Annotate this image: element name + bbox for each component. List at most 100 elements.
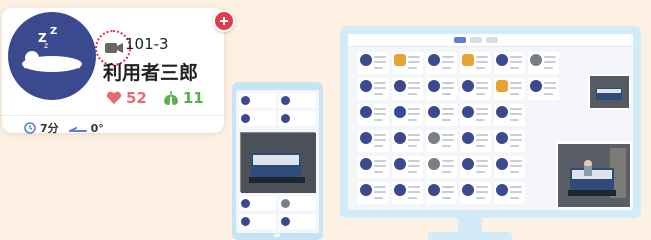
respiration-value: 11 bbox=[182, 89, 204, 107]
monitor-resident-tile[interactable] bbox=[358, 52, 389, 74]
heart-icon bbox=[106, 91, 122, 104]
resident-status-icon bbox=[394, 80, 406, 92]
resident-status-icon bbox=[360, 106, 372, 118]
tile-text-line bbox=[408, 145, 417, 147]
tile-text-line bbox=[442, 139, 454, 141]
resident-status-icon bbox=[496, 106, 508, 118]
resident-status-icon bbox=[394, 54, 406, 66]
monitor-resident-tile[interactable] bbox=[494, 130, 525, 152]
tablet-home-button bbox=[274, 234, 280, 237]
monitor-resident-tile[interactable] bbox=[358, 156, 389, 178]
monitor-resident-tile[interactable] bbox=[426, 130, 457, 152]
monitor-tab[interactable] bbox=[486, 37, 498, 43]
resident-status-icon bbox=[530, 54, 542, 66]
tile-text-line bbox=[476, 160, 488, 162]
tile-text-line bbox=[476, 93, 485, 95]
tile-text-line bbox=[408, 61, 420, 63]
tile-text-line bbox=[510, 160, 522, 162]
monitor-resident-tile[interactable] bbox=[460, 130, 491, 152]
tile-text-line bbox=[408, 108, 420, 110]
tile-text-line bbox=[544, 93, 553, 95]
monitor-camera-thumb[interactable] bbox=[588, 74, 631, 110]
monitor-resident-tile[interactable] bbox=[426, 78, 457, 100]
resident-status-icon bbox=[428, 80, 440, 92]
resident-status-icon bbox=[428, 54, 440, 66]
tablet-camera-view[interactable] bbox=[240, 132, 316, 193]
monitor-resident-tile[interactable] bbox=[392, 78, 423, 100]
tile-text-line bbox=[510, 145, 519, 147]
monitor-resident-tile[interactable] bbox=[426, 104, 457, 126]
monitor-resident-tile[interactable] bbox=[460, 52, 491, 74]
tile-text-line bbox=[476, 134, 488, 136]
monitor-resident-tile[interactable] bbox=[426, 182, 457, 204]
heart-rate-value: 52 bbox=[126, 89, 147, 107]
monitor-screen bbox=[348, 34, 633, 210]
resident-status-icon bbox=[462, 158, 474, 170]
tile-text-line bbox=[510, 197, 519, 199]
alert-badge[interactable] bbox=[213, 10, 235, 32]
tablet-list-item[interactable] bbox=[279, 214, 316, 229]
monitor-resident-tile[interactable] bbox=[358, 182, 389, 204]
camera-icon[interactable] bbox=[104, 41, 124, 55]
monitor-resident-tile[interactable] bbox=[358, 104, 389, 126]
monitor-resident-tile[interactable] bbox=[460, 156, 491, 178]
monitor-resident-tile[interactable] bbox=[494, 52, 525, 74]
monitor-resident-tile[interactable] bbox=[494, 156, 525, 178]
monitor-resident-tile[interactable] bbox=[392, 156, 423, 178]
tile-text-line bbox=[374, 87, 386, 89]
tile-text-line bbox=[374, 119, 383, 121]
tile-text-line bbox=[544, 61, 556, 63]
monitor-resident-tile[interactable] bbox=[528, 52, 559, 74]
tablet-list-item[interactable] bbox=[279, 93, 316, 108]
tablet-list-item[interactable] bbox=[239, 93, 276, 108]
monitor-resident-tile[interactable] bbox=[528, 78, 559, 100]
monitor-tab[interactable] bbox=[470, 37, 482, 43]
monitor-resident-tile[interactable] bbox=[392, 182, 423, 204]
tile-text-line bbox=[510, 119, 519, 121]
tile-text-line bbox=[374, 165, 386, 167]
tile-text-line bbox=[476, 82, 488, 84]
resident-status-icon bbox=[530, 80, 542, 92]
monitor-resident-tile[interactable] bbox=[494, 104, 525, 126]
angle-value: 0° bbox=[90, 121, 104, 135]
tile-text-line bbox=[510, 113, 522, 115]
tile-text-line bbox=[408, 191, 420, 193]
tablet-list-item[interactable] bbox=[279, 111, 316, 126]
monitor-resident-tile[interactable] bbox=[392, 130, 423, 152]
monitor-camera-view[interactable] bbox=[556, 142, 632, 209]
monitor-resident-tile[interactable] bbox=[494, 78, 525, 100]
tile-text-line bbox=[442, 56, 454, 58]
tile-text-line bbox=[374, 134, 386, 136]
tile-text-line bbox=[510, 61, 522, 63]
monitor-tab[interactable] bbox=[454, 37, 466, 43]
monitor-resident-tile[interactable] bbox=[392, 52, 423, 74]
tablet-list-item[interactable] bbox=[239, 214, 276, 229]
monitor-resident-tile[interactable] bbox=[358, 78, 389, 100]
tile-text-line bbox=[442, 145, 451, 147]
monitor-resident-tile[interactable] bbox=[392, 104, 423, 126]
monitor-resident-tile[interactable] bbox=[460, 78, 491, 100]
monitor-resident-tile[interactable] bbox=[460, 182, 491, 204]
monitor-resident-tile[interactable] bbox=[426, 52, 457, 74]
resident-status-icon bbox=[462, 132, 474, 144]
resident-status-icon bbox=[462, 80, 474, 92]
monitor-resident-tile[interactable] bbox=[494, 182, 525, 204]
tile-text-line bbox=[408, 56, 420, 58]
resident-status-icon bbox=[428, 158, 440, 170]
monitor-resident-tile[interactable] bbox=[358, 130, 389, 152]
tablet-list-item[interactable] bbox=[239, 196, 276, 211]
room-camera-image bbox=[590, 76, 629, 108]
tile-text-line bbox=[408, 197, 417, 199]
tile-text-line bbox=[476, 186, 488, 188]
monitor-resident-tile[interactable] bbox=[426, 156, 457, 178]
monitor-stand bbox=[428, 232, 512, 240]
tile-text-line bbox=[510, 82, 522, 84]
monitor-resident-tile[interactable] bbox=[460, 104, 491, 126]
resident-card[interactable]: Z Z z 101-3 利用者三郎 52 11 7分 0° bbox=[2, 8, 224, 135]
tile-text-line bbox=[476, 56, 488, 58]
resident-status-icon bbox=[360, 54, 372, 66]
tile-text-line bbox=[476, 145, 485, 147]
tablet-list-item[interactable] bbox=[279, 196, 316, 211]
tablet-list-item[interactable] bbox=[239, 111, 276, 126]
tile-text-line bbox=[510, 186, 522, 188]
